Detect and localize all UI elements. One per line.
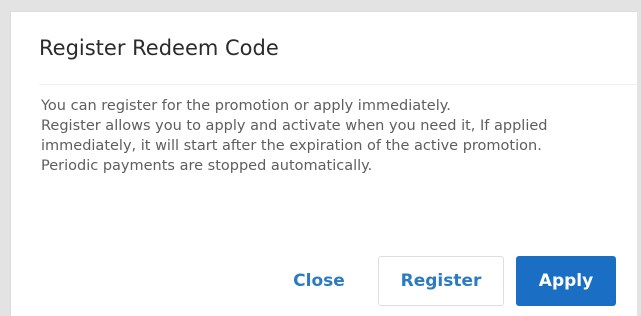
title-divider — [39, 84, 637, 85]
apply-button[interactable]: Apply — [516, 256, 616, 306]
register-button[interactable]: Register — [378, 256, 504, 306]
dialog-message: You can register for the promotion or ap… — [41, 96, 626, 176]
redeem-code-dialog: Register Redeem Code You can register fo… — [10, 11, 637, 316]
dialog-title: Register Redeem Code — [39, 36, 279, 60]
message-line-3: Periodic payments are stopped automatica… — [41, 158, 373, 174]
message-line-2: Register allows you to apply and activat… — [41, 118, 548, 154]
message-line-1: You can register for the promotion or ap… — [41, 98, 451, 114]
close-button[interactable]: Close — [273, 256, 365, 306]
